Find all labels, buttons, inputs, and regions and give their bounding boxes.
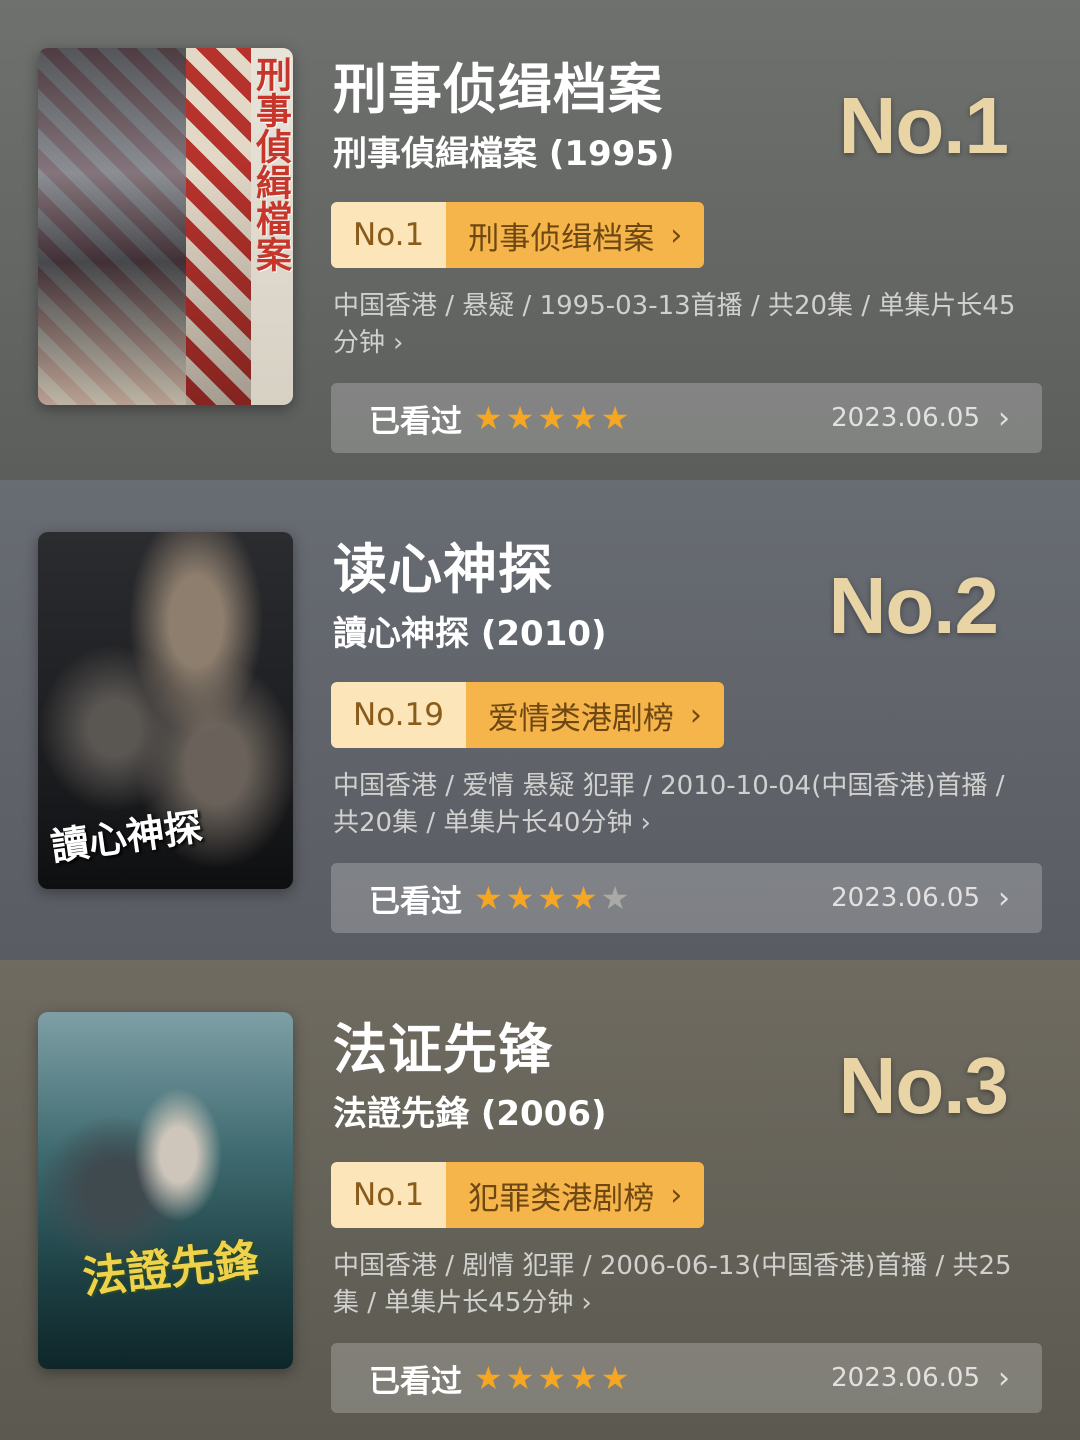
show-card-3[interactable]: 法證先鋒 法证先锋 法證先鋒 (2006) No.3 No.1 犯罪类港剧榜 ›… [0, 960, 1080, 1440]
watched-label: 已看过 [369, 403, 462, 440]
chart-rank-badge[interactable]: No.1 犯罪类港剧榜 › [331, 1162, 705, 1228]
star-rating: ★ ★ ★ ★ ★ [474, 882, 629, 914]
star-icon: ★ [569, 879, 598, 917]
rank-number: No.2 [828, 561, 999, 650]
chart-link[interactable]: 犯罪类港剧榜 › [446, 1162, 705, 1228]
show-original-title: 刑事偵緝檔案 (1995) [333, 134, 675, 174]
show-meta[interactable]: 中国香港 / 爱情 悬疑 犯罪 / 2010-10-04(中国香港)首播 / 共… [333, 768, 1033, 842]
show-original-title: 讀心神探 (2010) [333, 614, 607, 654]
watched-date: 2023.06.05 [831, 883, 980, 913]
chevron-right-icon: › [581, 1288, 592, 1318]
chevron-right-icon: › [689, 697, 702, 733]
show-title[interactable]: 刑事侦缉档案 [333, 60, 663, 120]
show-title[interactable]: 读心神探 [333, 540, 553, 600]
star-icon: ★ [505, 879, 535, 917]
chevron-right-icon: › [670, 1177, 683, 1213]
meta-text: 中国香港 / 爱情 悬疑 犯罪 / 2010-10-04(中国香港)首播 / 共… [333, 771, 1005, 838]
poster-title: 刑事偵緝檔案 [250, 56, 292, 272]
watched-status-bar[interactable]: 已看过 ★ ★ ★ ★ ★ 2023.06.05 › [331, 863, 1042, 933]
rank-number: No.3 [838, 1041, 1009, 1130]
poster-title: 讀心神探 [48, 803, 205, 870]
show-meta[interactable]: 中国香港 / 悬疑 / 1995-03-13首播 / 共20集 / 单集片长45… [333, 288, 1033, 362]
chevron-right-icon: › [640, 808, 651, 838]
watched-date: 2023.06.05 [831, 1363, 980, 1393]
poster-image[interactable]: 讀心神探 [38, 532, 293, 889]
star-icon: ★ [537, 879, 567, 917]
poster-image[interactable]: 法證先鋒 [38, 1012, 293, 1369]
star-icon: ★ [537, 1359, 567, 1397]
star-rating: ★ ★ ★ ★ ★ [474, 402, 629, 434]
chart-name: 爱情类港剧榜 [487, 700, 674, 737]
watched-label: 已看过 [369, 1363, 462, 1400]
watched-date: 2023.06.05 [831, 403, 980, 433]
star-icon: ★ [474, 1359, 503, 1397]
chart-name: 犯罪类港剧榜 [468, 1180, 655, 1217]
chart-rank-badge[interactable]: No.19 爱情类港剧榜 › [331, 682, 724, 748]
poster-title: 法證先鋒 [80, 1234, 261, 1305]
chevron-right-icon: › [670, 217, 683, 253]
show-card-2[interactable]: 讀心神探 读心神探 讀心神探 (2010) No.2 No.19 爱情类港剧榜 … [0, 480, 1080, 960]
star-icon: ★ [600, 1359, 630, 1397]
star-icon: ★ [600, 879, 630, 917]
show-meta[interactable]: 中国香港 / 剧情 犯罪 / 2006-06-13(中国香港)首播 / 共25集… [333, 1248, 1033, 1322]
star-icon: ★ [569, 399, 598, 437]
chevron-right-icon: › [393, 328, 404, 358]
chart-rank: No.19 [331, 682, 466, 748]
chart-rank: No.1 [331, 202, 447, 268]
chart-link[interactable]: 刑事侦缉档案 › [446, 202, 705, 268]
star-icon: ★ [537, 399, 567, 437]
meta-text: 中国香港 / 悬疑 / 1995-03-13首播 / 共20集 / 单集片长45… [333, 291, 1016, 358]
chart-rank: No.1 [331, 1162, 447, 1228]
star-icon: ★ [474, 399, 503, 437]
watched-status-bar[interactable]: 已看过 ★ ★ ★ ★ ★ 2023.06.05 › [331, 383, 1042, 453]
chevron-right-icon: › [998, 1360, 1010, 1396]
watched-status-bar[interactable]: 已看过 ★ ★ ★ ★ ★ 2023.06.05 › [331, 1343, 1042, 1413]
chart-link[interactable]: 爱情类港剧榜 › [465, 682, 724, 748]
star-rating: ★ ★ ★ ★ ★ [474, 1362, 629, 1394]
star-icon: ★ [600, 399, 630, 437]
chevron-right-icon: › [998, 400, 1010, 436]
watched-label: 已看过 [369, 883, 462, 920]
star-icon: ★ [505, 399, 535, 437]
poster-image[interactable]: 刑事偵緝檔案 [38, 48, 293, 405]
chevron-right-icon: › [998, 880, 1010, 916]
meta-text: 中国香港 / 剧情 犯罪 / 2006-06-13(中国香港)首播 / 共25集… [333, 1251, 1012, 1318]
star-icon: ★ [474, 879, 503, 917]
chart-rank-badge[interactable]: No.1 刑事侦缉档案 › [331, 202, 705, 268]
chart-name: 刑事侦缉档案 [468, 220, 655, 257]
show-card-1[interactable]: 刑事偵緝檔案 刑事侦缉档案 刑事偵緝檔案 (1995) No.1 No.1 刑事… [0, 0, 1080, 480]
show-title[interactable]: 法证先锋 [333, 1020, 553, 1080]
star-icon: ★ [505, 1359, 535, 1397]
show-original-title: 法證先鋒 (2006) [333, 1094, 607, 1134]
rank-number: No.1 [838, 81, 1009, 170]
star-icon: ★ [569, 1359, 598, 1397]
